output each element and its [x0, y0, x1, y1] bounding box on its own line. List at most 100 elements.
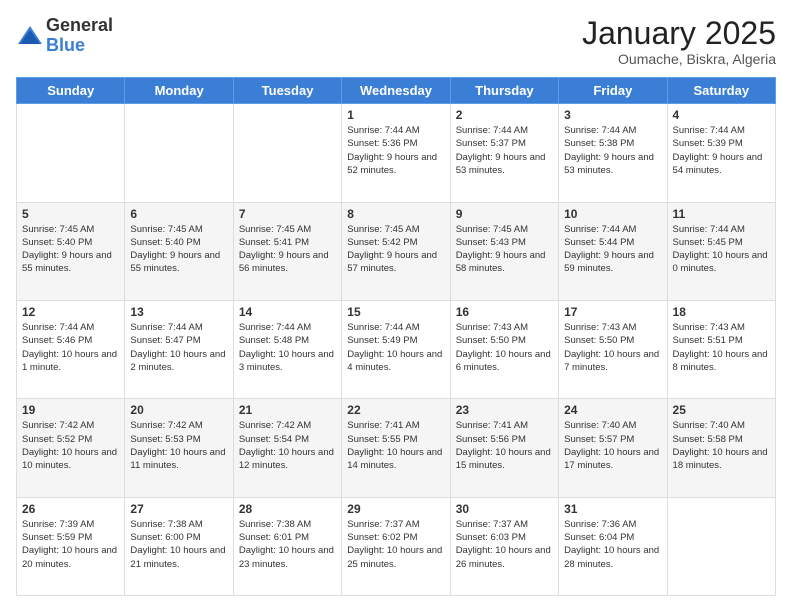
- cell-w4-d2: 28 Sunrise: 7:38 AM Sunset: 6:01 PM Dayli…: [233, 497, 341, 595]
- week-row-2: 12Sunrise: 7:44 AM Sunset: 5:46 PM Dayli…: [17, 300, 776, 398]
- logo-general: General: [46, 16, 113, 36]
- page: General Blue January 2025 Oumache, Biskr…: [0, 0, 792, 612]
- day-info: Sunrise: 7:45 AM Sunset: 5:40 PM Dayligh…: [130, 223, 227, 276]
- day-info: Sunrise: 7:44 AM Sunset: 5:49 PM Dayligh…: [347, 321, 444, 374]
- week-row-1: 5 Sunrise: 7:45 AM Sunset: 5:40 PM Daylig…: [17, 202, 776, 300]
- cell-w1-d3: 8Sunrise: 7:45 AM Sunset: 5:42 PM Daylig…: [342, 202, 450, 300]
- cell-w0-d5: 3 Sunrise: 7:44 AM Sunset: 5:38 PM Daylig…: [559, 104, 667, 202]
- day-number: 20: [130, 403, 227, 417]
- cell-w3-d4: 23 Sunrise: 7:41 AM Sunset: 5:56 PM Dayli…: [450, 399, 558, 497]
- day-info: Sunrise: 7:45 AM Sunset: 5:40 PM Dayligh…: [22, 223, 119, 276]
- cell-w0-d2: [233, 104, 341, 202]
- header-monday: Monday: [125, 78, 233, 104]
- day-info: Sunrise: 7:44 AM Sunset: 5:37 PM Dayligh…: [456, 124, 553, 177]
- day-number: 29: [347, 502, 444, 516]
- day-number: 15: [347, 305, 444, 319]
- header-thursday: Thursday: [450, 78, 558, 104]
- day-number: 7: [239, 207, 336, 221]
- cell-w0-d3: 1 Sunrise: 7:44 AM Sunset: 5:36 PM Daylig…: [342, 104, 450, 202]
- day-number: 13: [130, 305, 227, 319]
- cell-w0-d1: [125, 104, 233, 202]
- cell-w2-d6: 18 Sunrise: 7:43 AM Sunset: 5:51 PM Dayli…: [667, 300, 775, 398]
- cell-w1-d1: 6 Sunrise: 7:45 AM Sunset: 5:40 PM Daylig…: [125, 202, 233, 300]
- day-info: Sunrise: 7:44 AM Sunset: 5:47 PM Dayligh…: [130, 321, 227, 374]
- day-info: Sunrise: 7:40 AM Sunset: 5:57 PM Dayligh…: [564, 419, 661, 472]
- day-info: Sunrise: 7:42 AM Sunset: 5:54 PM Dayligh…: [239, 419, 336, 472]
- cell-w2-d5: 17 Sunrise: 7:43 AM Sunset: 5:50 PM Dayli…: [559, 300, 667, 398]
- day-number: 24: [564, 403, 661, 417]
- cell-w4-d0: 26Sunrise: 7:39 AM Sunset: 5:59 PM Dayli…: [17, 497, 125, 595]
- day-info: Sunrise: 7:44 AM Sunset: 5:38 PM Dayligh…: [564, 124, 661, 177]
- day-info: Sunrise: 7:44 AM Sunset: 5:44 PM Dayligh…: [564, 223, 661, 276]
- day-info: Sunrise: 7:45 AM Sunset: 5:43 PM Dayligh…: [456, 223, 553, 276]
- day-info: Sunrise: 7:41 AM Sunset: 5:56 PM Dayligh…: [456, 419, 553, 472]
- day-number: 28: [239, 502, 336, 516]
- day-number: 17: [564, 305, 661, 319]
- cell-w0-d4: 2Sunrise: 7:44 AM Sunset: 5:37 PM Daylig…: [450, 104, 558, 202]
- day-number: 8: [347, 207, 444, 221]
- cell-w2-d0: 12Sunrise: 7:44 AM Sunset: 5:46 PM Dayli…: [17, 300, 125, 398]
- day-info: Sunrise: 7:42 AM Sunset: 5:53 PM Dayligh…: [130, 419, 227, 472]
- cell-w4-d3: 29 Sunrise: 7:37 AM Sunset: 6:02 PM Dayli…: [342, 497, 450, 595]
- day-info: Sunrise: 7:37 AM Sunset: 6:02 PM Dayligh…: [347, 518, 444, 571]
- day-info: Sunrise: 7:45 AM Sunset: 5:41 PM Dayligh…: [239, 223, 336, 276]
- cell-w2-d1: 13 Sunrise: 7:44 AM Sunset: 5:47 PM Dayli…: [125, 300, 233, 398]
- cell-w3-d0: 19 Sunrise: 7:42 AM Sunset: 5:52 PM Dayli…: [17, 399, 125, 497]
- day-number: 10: [564, 207, 661, 221]
- header-saturday: Saturday: [667, 78, 775, 104]
- logo-icon: [16, 22, 44, 50]
- day-number: 19: [22, 403, 119, 417]
- day-number: 23: [456, 403, 553, 417]
- day-info: Sunrise: 7:38 AM Sunset: 6:00 PM Dayligh…: [130, 518, 227, 571]
- logo-blue: Blue: [46, 36, 113, 56]
- cell-w2-d2: 14Sunrise: 7:44 AM Sunset: 5:48 PM Dayli…: [233, 300, 341, 398]
- day-number: 5: [22, 207, 119, 221]
- day-number: 21: [239, 403, 336, 417]
- month-title: January 2025: [582, 16, 776, 51]
- day-number: 6: [130, 207, 227, 221]
- cell-w3-d6: 25 Sunrise: 7:40 AM Sunset: 5:58 PM Dayli…: [667, 399, 775, 497]
- day-number: 27: [130, 502, 227, 516]
- cell-w3-d1: 20 Sunrise: 7:42 AM Sunset: 5:53 PM Dayli…: [125, 399, 233, 497]
- week-row-4: 26Sunrise: 7:39 AM Sunset: 5:59 PM Dayli…: [17, 497, 776, 595]
- day-info: Sunrise: 7:42 AM Sunset: 5:52 PM Dayligh…: [22, 419, 119, 472]
- cell-w3-d5: 24 Sunrise: 7:40 AM Sunset: 5:57 PM Dayli…: [559, 399, 667, 497]
- day-info: Sunrise: 7:43 AM Sunset: 5:51 PM Dayligh…: [673, 321, 770, 374]
- day-info: Sunrise: 7:41 AM Sunset: 5:55 PM Dayligh…: [347, 419, 444, 472]
- day-info: Sunrise: 7:44 AM Sunset: 5:48 PM Dayligh…: [239, 321, 336, 374]
- day-info: Sunrise: 7:44 AM Sunset: 5:45 PM Dayligh…: [673, 223, 770, 276]
- day-number: 25: [673, 403, 770, 417]
- cell-w2-d4: 16Sunrise: 7:43 AM Sunset: 5:50 PM Dayli…: [450, 300, 558, 398]
- logo: General Blue: [16, 16, 113, 56]
- day-number: 22: [347, 403, 444, 417]
- cell-w0-d6: 4Sunrise: 7:44 AM Sunset: 5:39 PM Daylig…: [667, 104, 775, 202]
- week-row-3: 19 Sunrise: 7:42 AM Sunset: 5:52 PM Dayli…: [17, 399, 776, 497]
- header-sunday: Sunday: [17, 78, 125, 104]
- day-info: Sunrise: 7:43 AM Sunset: 5:50 PM Dayligh…: [564, 321, 661, 374]
- day-number: 3: [564, 108, 661, 122]
- cell-w0-d0: [17, 104, 125, 202]
- header-wednesday: Wednesday: [342, 78, 450, 104]
- day-number: 1: [347, 108, 444, 122]
- day-info: Sunrise: 7:43 AM Sunset: 5:50 PM Dayligh…: [456, 321, 553, 374]
- title-section: January 2025 Oumache, Biskra, Algeria: [582, 16, 776, 67]
- cell-w4-d1: 27 Sunrise: 7:38 AM Sunset: 6:00 PM Dayli…: [125, 497, 233, 595]
- cell-w4-d6: [667, 497, 775, 595]
- cell-w1-d6: 11Sunrise: 7:44 AM Sunset: 5:45 PM Dayli…: [667, 202, 775, 300]
- day-info: Sunrise: 7:40 AM Sunset: 5:58 PM Dayligh…: [673, 419, 770, 472]
- day-number: 30: [456, 502, 553, 516]
- cell-w4-d5: 31 Sunrise: 7:36 AM Sunset: 6:04 PM Dayli…: [559, 497, 667, 595]
- day-info: Sunrise: 7:39 AM Sunset: 5:59 PM Dayligh…: [22, 518, 119, 571]
- calendar-header-row: Sunday Monday Tuesday Wednesday Thursday…: [17, 78, 776, 104]
- day-info: Sunrise: 7:44 AM Sunset: 5:36 PM Dayligh…: [347, 124, 444, 177]
- day-number: 9: [456, 207, 553, 221]
- cell-w1-d2: 7 Sunrise: 7:45 AM Sunset: 5:41 PM Daylig…: [233, 202, 341, 300]
- day-number: 31: [564, 502, 661, 516]
- day-number: 18: [673, 305, 770, 319]
- cell-w3-d3: 22 Sunrise: 7:41 AM Sunset: 5:55 PM Dayli…: [342, 399, 450, 497]
- day-info: Sunrise: 7:38 AM Sunset: 6:01 PM Dayligh…: [239, 518, 336, 571]
- header-tuesday: Tuesday: [233, 78, 341, 104]
- cell-w3-d2: 21 Sunrise: 7:42 AM Sunset: 5:54 PM Dayli…: [233, 399, 341, 497]
- day-info: Sunrise: 7:36 AM Sunset: 6:04 PM Dayligh…: [564, 518, 661, 571]
- cell-w1-d5: 10 Sunrise: 7:44 AM Sunset: 5:44 PM Dayli…: [559, 202, 667, 300]
